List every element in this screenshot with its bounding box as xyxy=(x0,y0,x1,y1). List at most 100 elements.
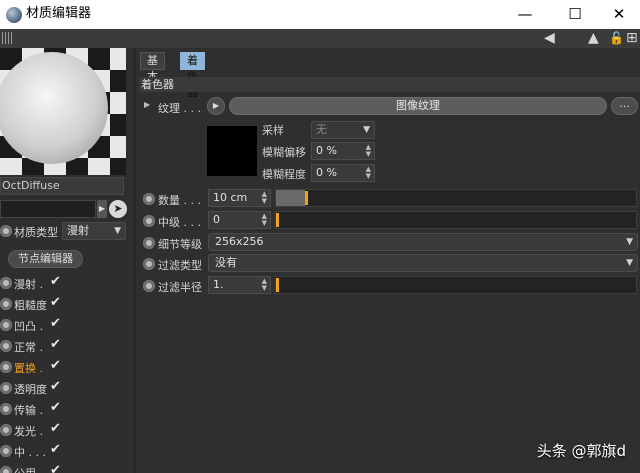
channel-label: 中 . . . xyxy=(14,446,46,459)
detail-value: 256x256 xyxy=(215,235,264,248)
channel-radio[interactable] xyxy=(0,445,12,457)
chevron-down-icon: ▼ xyxy=(114,226,121,236)
filter-radius-label: 过滤半径 xyxy=(158,281,202,294)
mid-slider[interactable] xyxy=(275,211,637,229)
checkmark-icon[interactable]: ✔ xyxy=(50,400,61,415)
material-name-field[interactable]: OctDiffuse xyxy=(0,177,124,195)
checkmark-icon[interactable]: ✔ xyxy=(50,442,61,457)
blur-offset-value: 0 % xyxy=(316,144,337,157)
back-arrow-icon[interactable]: ◀ xyxy=(544,30,555,47)
spinner-icon[interactable]: ▲ ▼ xyxy=(366,166,371,180)
mid-value: 0 xyxy=(213,213,220,226)
filter-type-radio[interactable] xyxy=(143,258,155,270)
image-texture-button[interactable]: 图像纹理 xyxy=(229,97,607,115)
up-arrow-icon[interactable]: ▲ xyxy=(588,30,599,47)
window-titlebar: 材质编辑器 — ☐ ✕ xyxy=(0,0,640,29)
link-arrow-icon[interactable]: ▶ xyxy=(97,200,107,218)
mid-radio[interactable] xyxy=(143,215,155,227)
lock-icon[interactable]: 🔓 xyxy=(609,30,624,47)
channel-item[interactable]: 发光 . ✔ xyxy=(0,420,133,441)
texture-more-button[interactable]: ... xyxy=(611,97,638,115)
channel-item[interactable]: 漫射 . ✔ xyxy=(0,273,133,294)
checkmark-icon[interactable]: ✔ xyxy=(50,337,61,352)
texture-menu-arrow-icon[interactable]: ▶ xyxy=(207,97,225,115)
checkmark-icon[interactable]: ✔ xyxy=(50,421,61,436)
filter-radius-radio[interactable] xyxy=(143,280,155,292)
checkmark-icon[interactable]: ✔ xyxy=(50,316,61,331)
amount-slider-fill xyxy=(276,190,305,206)
amount-slider-knob[interactable] xyxy=(305,191,308,205)
app-icon xyxy=(6,7,22,23)
channel-item[interactable]: 置换 . ✔ xyxy=(0,357,133,378)
channel-item[interactable]: 公用 . ✔ xyxy=(0,462,133,473)
mid-label: 中级 . . . xyxy=(158,216,201,229)
channel-label: 漫射 . xyxy=(14,278,43,291)
mid-field[interactable]: 0 ▲ ▼ xyxy=(208,211,271,229)
channel-radio[interactable] xyxy=(0,403,12,415)
channel-label: 发光 . xyxy=(14,425,43,438)
detail-radio[interactable] xyxy=(143,237,155,249)
preview-sphere xyxy=(0,52,108,164)
checkmark-icon[interactable]: ✔ xyxy=(50,463,61,473)
spinner-icon[interactable]: ▲ ▼ xyxy=(262,278,267,292)
channel-item[interactable]: 粗糙度 ✔ xyxy=(0,294,133,315)
material-preview[interactable] xyxy=(0,48,126,175)
channel-radio[interactable] xyxy=(0,319,12,331)
spinner-icon[interactable]: ▲ ▼ xyxy=(262,213,267,227)
sampling-label: 采样 xyxy=(262,124,284,137)
chevron-down-icon: ▼ xyxy=(626,258,633,268)
amount-field[interactable]: 10 cm ▲ ▼ xyxy=(208,189,271,207)
tab-shader[interactable]: 着色器 xyxy=(180,52,205,99)
expand-arrow-icon[interactable]: ▶ xyxy=(144,100,150,109)
link-field[interactable] xyxy=(0,200,96,218)
grip-handle-icon[interactable] xyxy=(2,32,12,44)
close-button[interactable]: ✕ xyxy=(596,0,640,29)
spinner-icon[interactable]: ▲ ▼ xyxy=(366,144,371,158)
filter-radius-value: 1. xyxy=(213,278,224,291)
mid-slider-knob[interactable] xyxy=(276,213,279,227)
sampling-select: 无 ▼ xyxy=(311,121,375,139)
channel-radio[interactable] xyxy=(0,277,12,289)
detail-select[interactable]: 256x256 ▼ xyxy=(208,233,638,251)
spinner-icon[interactable]: ▲ ▼ xyxy=(262,191,267,205)
channel-item[interactable]: 中 . . . ✔ xyxy=(0,441,133,462)
channel-radio[interactable] xyxy=(0,298,12,310)
window-title: 材质编辑器 xyxy=(26,6,92,21)
filter-type-value: 没有 xyxy=(215,256,237,269)
channel-item[interactable]: 正常 . ✔ xyxy=(0,336,133,357)
new-panel-icon[interactable]: ⊞ xyxy=(626,30,638,47)
channel-radio[interactable] xyxy=(0,466,12,473)
filter-radius-slider-knob[interactable] xyxy=(276,278,279,292)
checkmark-icon[interactable]: ✔ xyxy=(50,274,61,289)
channel-label: 传输 . xyxy=(14,404,43,417)
node-editor-button[interactable]: 节点编辑器 xyxy=(8,250,83,268)
amount-radio[interactable] xyxy=(143,193,155,205)
channel-radio[interactable] xyxy=(0,340,12,352)
pick-cursor-icon[interactable]: ➤ xyxy=(109,200,127,218)
filter-radius-field[interactable]: 1. ▲ ▼ xyxy=(208,276,271,294)
channel-item[interactable]: 传输 . ✔ xyxy=(0,399,133,420)
minimize-button[interactable]: — xyxy=(502,0,548,29)
texture-thumbnail[interactable] xyxy=(207,126,257,176)
checkmark-icon[interactable]: ✔ xyxy=(50,379,61,394)
filter-type-label: 过滤类型 xyxy=(158,259,202,272)
material-type-radio[interactable] xyxy=(0,225,12,237)
channel-radio[interactable] xyxy=(0,361,12,373)
material-type-select[interactable]: 漫射 ▼ xyxy=(62,222,126,240)
amount-value: 10 cm xyxy=(213,191,248,204)
channel-item[interactable]: 凹凸 . ✔ xyxy=(0,315,133,336)
panel-divider[interactable] xyxy=(134,48,136,473)
filter-type-select[interactable]: 没有 ▼ xyxy=(208,254,638,272)
channel-radio[interactable] xyxy=(0,424,12,436)
maximize-button[interactable]: ☐ xyxy=(552,0,598,29)
filter-radius-slider[interactable] xyxy=(275,276,637,294)
tab-basic[interactable]: 基本 xyxy=(140,52,165,83)
channel-item[interactable]: 透明度 ✔ xyxy=(0,378,133,399)
checkmark-icon[interactable]: ✔ xyxy=(50,295,61,310)
blur-offset-field[interactable]: 0 % ▲ ▼ xyxy=(311,142,375,160)
channel-radio[interactable] xyxy=(0,382,12,394)
checkmark-icon[interactable]: ✔ xyxy=(50,358,61,373)
blur-degree-field[interactable]: 0 % ▲ ▼ xyxy=(311,164,375,182)
amount-slider[interactable] xyxy=(275,189,637,207)
blur-offset-label: 模糊偏移 xyxy=(262,146,306,159)
